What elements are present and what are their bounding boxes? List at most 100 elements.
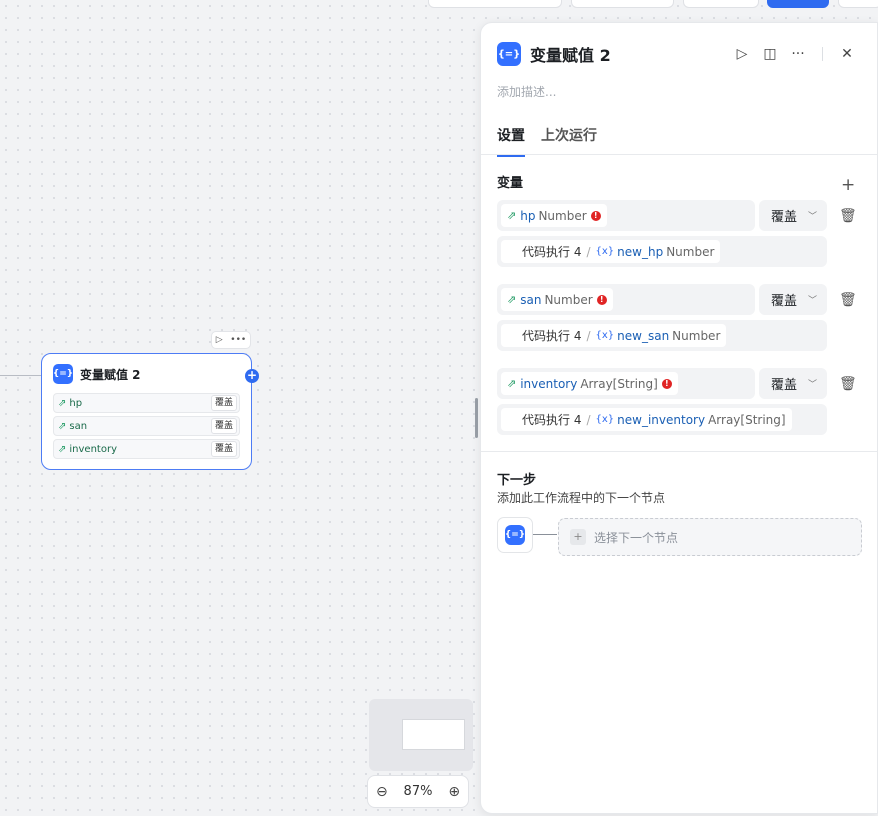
variable-icon: ⇗ [58,397,67,409]
variable-x-icon: {x} [595,330,615,341]
target-variable-chip: ⇗ hp Number ! [501,204,607,227]
description-input[interactable]: 添加描述... [497,83,556,100]
panel-header: {=} 变量赋值 2 ▷ ◫ ··· ✕ [497,41,861,67]
canvas-node-variable-assign[interactable]: {=} 变量赋值 2 + ⇗ hp 覆盖 ⇗ san 覆盖 ⇗ inventor… [41,353,259,470]
mode-value: 覆盖 [771,378,798,393]
node-header: {=} 变量赋值 2 [53,364,240,384]
mode-select[interactable]: 覆盖 ﹀ [759,284,827,315]
target-variable-field[interactable]: ⇗ inventory Array[String] ! [497,368,755,399]
variable-icon: ⇗ [507,377,517,390]
incoming-edge [0,375,42,376]
node-variable-mode: 覆盖 [210,418,237,434]
next-step-description: 添加此工作流程中的下一个节点 [497,491,666,505]
node-toolbar: ▷ ••• [211,331,251,349]
variable-assign-icon: {=} [53,364,73,384]
target-variable-field[interactable]: ⇗ hp Number ! [497,200,755,231]
node-variable-row: ⇗ inventory 覆盖 [53,439,240,459]
variable-type: Number [544,292,593,307]
node-variable-mode: 覆盖 [210,395,237,411]
source-variable-field[interactable]: 代码执行 4 / {x} new_inventory Array[String] [497,404,827,435]
source-variable-name: new_san [617,328,670,343]
minimap-viewport[interactable] [402,719,465,750]
source-variable-field[interactable]: 代码执行 4 / {x} new_hp Number [497,236,827,267]
source-variable-chip: 代码执行 4 / {x} new_hp Number [501,240,721,263]
mode-select[interactable]: 覆盖 ﹀ [759,368,827,399]
variable-type: Number [538,208,587,223]
connection-line [533,534,557,535]
toolbar-button-5[interactable] [838,0,878,8]
more-icon[interactable]: ··· [784,46,812,62]
variable-item: ⇗ san Number ! 覆盖 ﹀ 🗑 代码执行 4 / {x} new_s… [497,284,857,351]
mode-value: 覆盖 [771,294,798,309]
variable-icon: ⇗ [58,443,67,455]
tabs-divider [481,154,877,155]
next-step-title: 下一步 [497,473,537,488]
target-variable-field[interactable]: ⇗ san Number ! [497,284,755,315]
trash-icon[interactable]: 🗑 [839,208,857,224]
variable-name: san [520,292,542,307]
run-node-icon[interactable]: ▷ [216,335,223,345]
source-variable-type: Array[String] [708,412,786,427]
target-variable-chip: ⇗ inventory Array[String] ! [501,372,678,395]
add-next-node-handle[interactable]: + [245,369,259,383]
source-variable-type: Number [666,244,715,259]
select-next-node-label: 选择下一个节点 [594,530,679,545]
variable-x-icon: {x} [595,246,615,257]
variable-item: ⇗ inventory Array[String] ! 覆盖 ﹀ 🗑 代码执行 … [497,368,857,435]
node-variable-row: ⇗ hp 覆盖 [53,393,240,413]
tab-last-run[interactable]: 上次运行 [541,125,597,157]
source-node-name: 代码执行 4 [522,329,582,343]
source-node-name: 代码执行 4 [522,245,582,259]
variable-x-icon: {x} [595,414,615,425]
variable-name: hp [520,208,536,223]
mode-select[interactable]: 覆盖 ﹀ [759,200,827,231]
source-node-name: 代码执行 4 [522,413,582,427]
chevron-down-icon: ﹀ [807,296,817,306]
node-variable-name: hp [69,397,83,409]
toolbar-button-1[interactable] [428,0,562,8]
zoom-level[interactable]: 87% [404,784,433,799]
book-icon[interactable]: ◫ [756,46,784,62]
panel-title[interactable]: 变量赋值 2 [530,42,728,66]
plus-icon: + [570,529,586,545]
source-variable-name: new_hp [617,244,664,259]
source-variable-name: new_inventory [617,412,706,427]
section-divider [481,451,877,452]
toolbar-button-3[interactable] [683,0,759,8]
chevron-down-icon: ﹀ [807,380,817,390]
zoom-control: ⊖ 87% ⊕ [367,775,469,808]
path-separator: / [586,328,591,343]
variable-icon: ⇗ [507,209,517,222]
source-variable-chip: 代码执行 4 / {x} new_san Number [501,324,727,347]
panel-tabs: 设置 上次运行 [497,125,597,157]
close-icon[interactable]: ✕ [833,46,861,62]
tab-settings[interactable]: 设置 [497,125,525,157]
toolbar-button-2[interactable] [571,0,674,8]
mode-value: 覆盖 [771,210,798,225]
minimap[interactable] [369,699,473,771]
zoom-out-icon[interactable]: ⊖ [376,784,388,800]
path-separator: / [586,244,591,259]
select-next-node-button[interactable]: + 选择下一个节点 [558,518,862,556]
source-variable-field[interactable]: 代码执行 4 / {x} new_san Number [497,320,827,351]
variable-assign-icon: {=} [505,525,525,545]
zoom-in-icon[interactable]: ⊕ [448,784,460,800]
path-separator: / [586,412,591,427]
run-icon[interactable]: ▷ [728,46,756,62]
variable-type: Array[String] [580,376,658,391]
node-variable-row: ⇗ san 覆盖 [53,416,240,436]
target-variable-chip: ⇗ san Number ! [501,288,613,311]
add-variable-icon[interactable]: + [841,175,855,195]
trash-icon[interactable]: 🗑 [839,292,857,308]
panel-resize-handle[interactable] [475,398,478,438]
variable-icon: ⇗ [58,420,67,432]
source-variable-type: Number [672,328,721,343]
more-icon[interactable]: ••• [230,335,246,345]
trash-icon[interactable]: 🗑 [839,376,857,392]
chevron-down-icon: ﹀ [807,212,817,222]
node-variable-name: san [69,420,88,432]
publish-button[interactable] [767,0,829,8]
error-icon: ! [590,210,601,221]
node-variable-mode: 覆盖 [210,441,237,457]
source-variable-chip: 代码执行 4 / {x} new_inventory Array[String] [501,408,792,431]
